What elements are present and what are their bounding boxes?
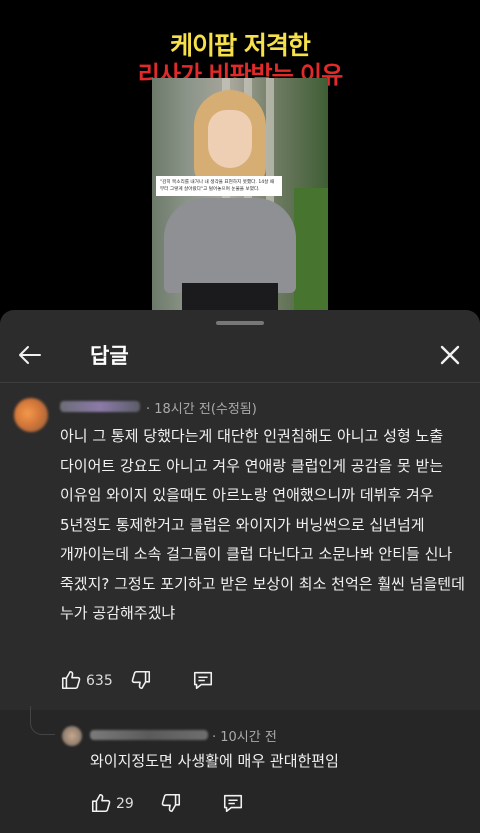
thumbs-up-icon[interactable] — [90, 792, 112, 814]
reply-text: 와이지정도면 사생활에 매우 관대한편임 — [90, 752, 339, 770]
author-name-blurred[interactable] — [60, 401, 140, 412]
person-pants — [182, 283, 278, 310]
panel-title: 답글 — [90, 344, 129, 368]
thumbs-down-icon[interactable] — [130, 669, 152, 691]
like-count: 635 — [86, 673, 113, 689]
thread-connector — [30, 706, 55, 735]
video-caption: "감히 목소리를 내거나 내 생각을 표현하지 못했다. 14살 때부터 그렇게… — [156, 176, 282, 196]
reply-author-blurred[interactable] — [90, 730, 208, 740]
reply-avatar[interactable] — [62, 726, 82, 746]
close-icon[interactable] — [438, 343, 462, 367]
reply-comment-icon[interactable] — [192, 669, 214, 691]
arrow-left-icon[interactable] — [14, 340, 44, 370]
video-preview[interactable]: 케이팝 저격한 리사가 비판받는 이유 "감히 목소리를 내거나 내 생각을 표… — [0, 0, 480, 310]
person-face — [208, 110, 252, 168]
comment-timestamp: · 18시간 전(수정됨) — [146, 402, 257, 417]
greenery-background — [294, 188, 328, 310]
panel-header: 답글 — [0, 310, 480, 382]
avatar[interactable] — [14, 398, 48, 432]
reply-like-count: 29 — [116, 796, 134, 812]
person-sweater — [164, 198, 296, 293]
thumbs-down-icon[interactable] — [160, 792, 182, 814]
comment-text: 아니 그 통제 당했다는게 대단한 인권침해도 아니고 성형 노출 다이어트 강… — [60, 427, 465, 622]
thumbs-up-icon[interactable] — [60, 669, 82, 691]
reply-timestamp: · 10시간 전 — [212, 730, 277, 745]
header-divider — [0, 382, 480, 383]
reply-comment-icon[interactable] — [222, 792, 244, 814]
